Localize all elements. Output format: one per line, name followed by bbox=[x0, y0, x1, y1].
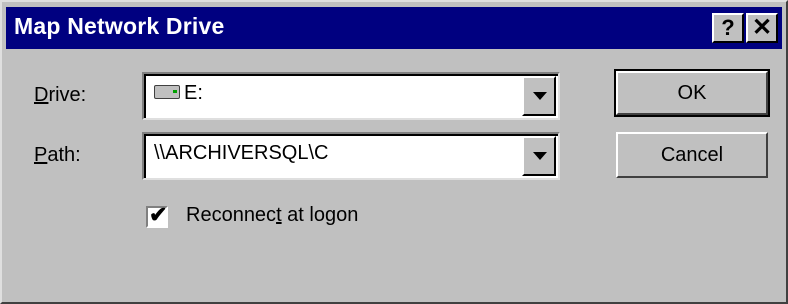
drive-label: Drive: bbox=[34, 84, 87, 106]
map-network-drive-dialog: Map Network Drive ? ✕ Drive: E: Path: \\… bbox=[0, 0, 788, 304]
reconnect-label[interactable]: Reconnect at logon bbox=[186, 204, 358, 227]
close-button[interactable]: ✕ bbox=[746, 13, 778, 43]
help-button[interactable]: ? bbox=[712, 13, 744, 43]
network-drive-icon bbox=[154, 84, 180, 99]
drive-combobox[interactable]: E: bbox=[142, 72, 560, 120]
ok-button[interactable]: OK bbox=[614, 69, 770, 117]
path-dropdown-arrow[interactable] bbox=[522, 136, 556, 176]
reconnect-checkbox[interactable]: ✔ bbox=[146, 202, 168, 228]
cancel-button[interactable]: Cancel bbox=[616, 132, 768, 178]
drive-dropdown-arrow[interactable] bbox=[522, 76, 556, 116]
help-icon: ? bbox=[721, 15, 735, 40]
path-label: Path: bbox=[34, 144, 81, 166]
close-icon: ✕ bbox=[751, 14, 773, 41]
drive-value: E: bbox=[184, 82, 203, 104]
checkmark-icon: ✔ bbox=[149, 202, 168, 227]
path-value: \\ARCHIVERSQL\C bbox=[154, 142, 329, 164]
path-combobox[interactable]: \\ARCHIVERSQL\C bbox=[142, 132, 560, 180]
title-bar[interactable]: Map Network Drive ? ✕ bbox=[6, 7, 782, 49]
dialog-title: Map Network Drive bbox=[14, 13, 225, 39]
